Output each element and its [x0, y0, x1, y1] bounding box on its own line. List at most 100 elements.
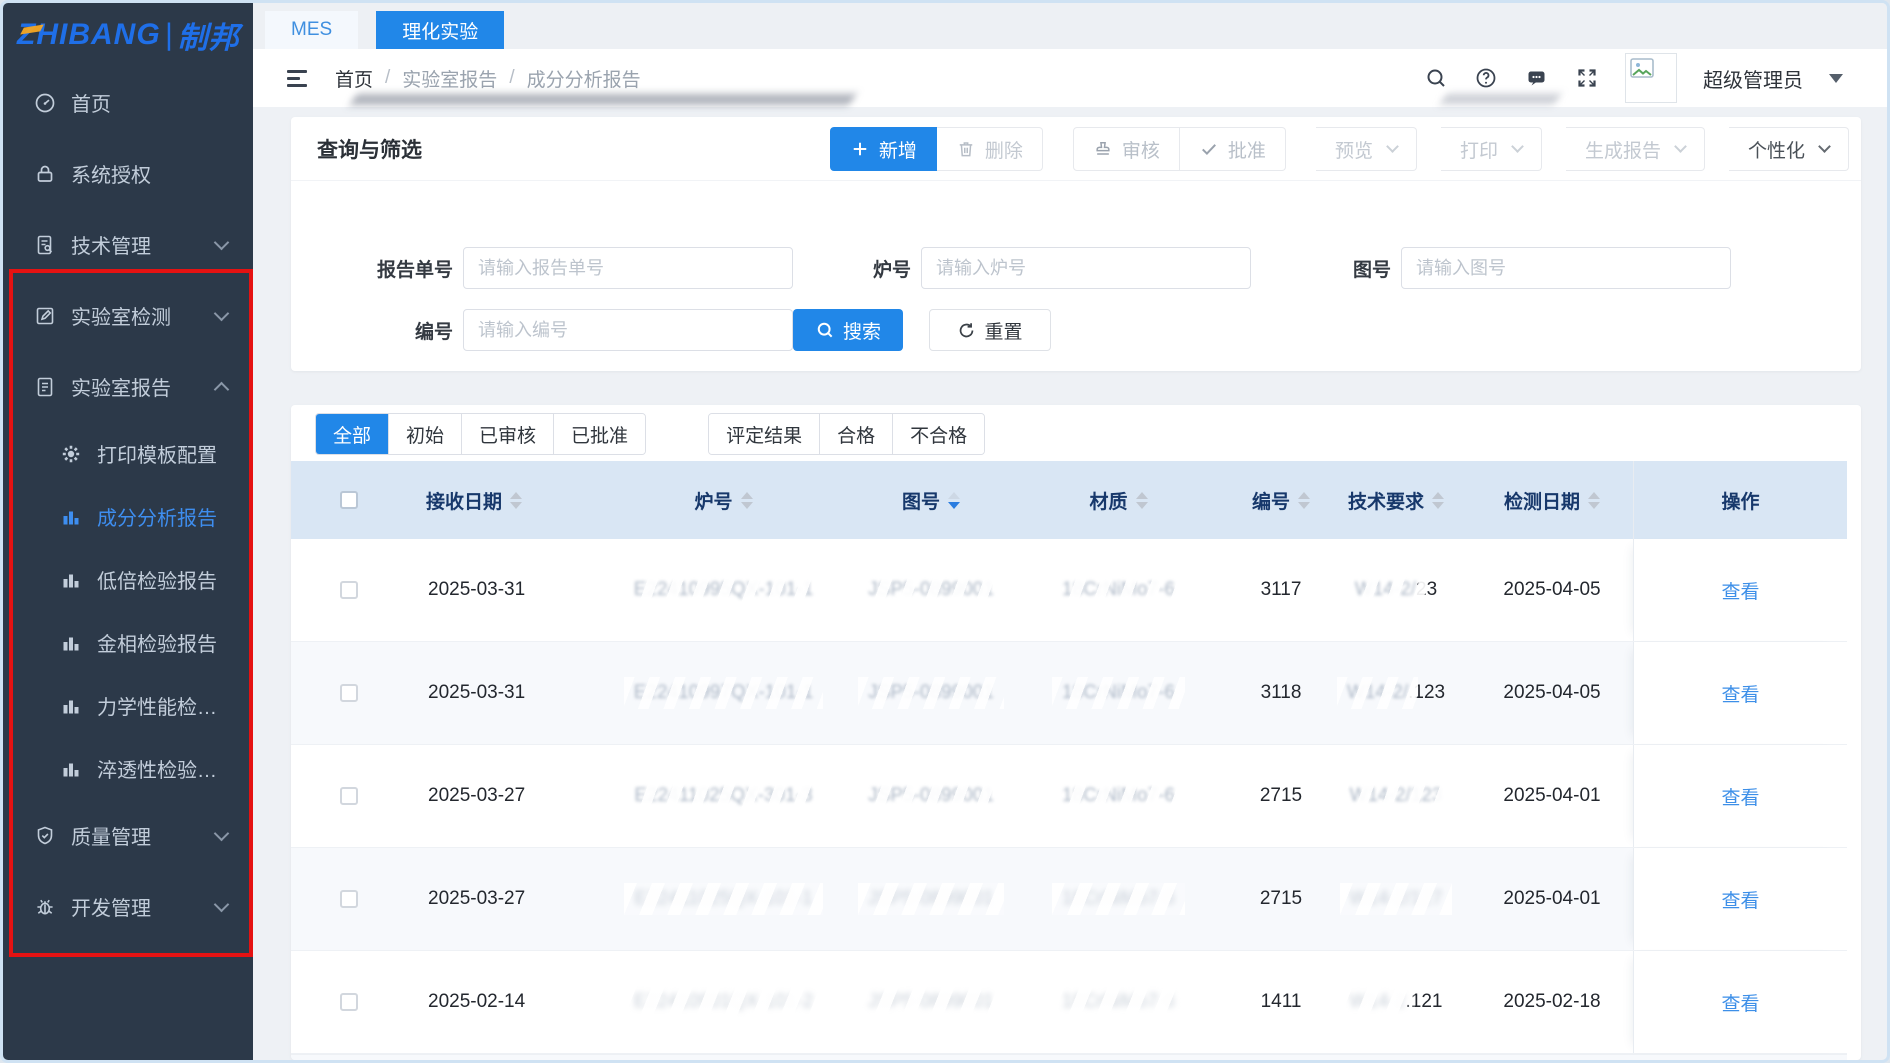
result-tab-result[interactable]: 评定结果 [709, 414, 819, 454]
add-button[interactable]: 新增 [830, 127, 937, 171]
sort-icons[interactable] [741, 492, 753, 509]
preview-button[interactable]: 预览 [1316, 127, 1417, 171]
user-name[interactable]: 超级管理员 [1703, 64, 1803, 93]
messages-icon[interactable] [1524, 66, 1549, 90]
brand-logo-sep: | [165, 18, 174, 52]
search-icon[interactable] [1424, 66, 1448, 90]
sidebar-item-mechanical-properties-report[interactable]: 力学性能检… [3, 674, 253, 737]
sidebar-item-label: 开发管理 [71, 892, 151, 921]
sidebar-item-composition-analysis-report[interactable]: 成分分析报告 [3, 485, 253, 548]
approve-button-label: 批准 [1228, 136, 1266, 163]
cell-tech-req: W14-2/23 [1321, 539, 1471, 641]
delete-button[interactable]: 删除 [937, 127, 1043, 171]
breadcrumb-item[interactable]: 首页 [335, 65, 373, 92]
sidebar-item-lab-report[interactable]: 实验室报告 [3, 351, 253, 422]
generate-report-button[interactable]: 生成报告 [1566, 127, 1705, 171]
column-header-label: 材质 [1089, 487, 1127, 514]
table-row: 2025-03-31E22410997QX-101-1JSP5-08990011… [291, 642, 1847, 745]
sidebar-collapse-icon[interactable] [287, 70, 307, 87]
user-avatar[interactable] [1625, 53, 1677, 103]
result-tab-qualified[interactable]: 合格 [819, 414, 892, 454]
personalize-button[interactable]: 个性化 [1729, 127, 1849, 171]
sidebar-item-tech-mgmt[interactable]: 技术管理 [3, 209, 253, 280]
column-header-drawing-no[interactable]: 图号 [866, 461, 996, 539]
row-checkbox[interactable] [340, 787, 358, 805]
audit-button[interactable]: 审核 [1073, 127, 1180, 171]
view-link[interactable]: 查看 [1721, 577, 1759, 604]
chevron-down-icon [214, 235, 230, 251]
workspace-tab-physchem-lab[interactable]: 理化实验 [376, 11, 504, 49]
row-checkbox[interactable] [340, 581, 358, 599]
redacted-text: 18CrNiMo7-6 [1062, 579, 1175, 601]
breadcrumb-item[interactable]: 实验室报告 [402, 65, 497, 92]
view-link[interactable]: 查看 [1721, 989, 1759, 1016]
sort-icons[interactable] [1432, 492, 1444, 509]
cell-material: 18CrNiMo7-6 [996, 539, 1241, 641]
sidebar-item-metallographic-report[interactable]: 金相检验报告 [3, 611, 253, 674]
column-header-material[interactable]: 材质 [996, 461, 1241, 539]
row-checkbox[interactable] [340, 890, 358, 908]
input-drawing-no[interactable] [1401, 247, 1731, 289]
sidebar-item-quality-mgmt[interactable]: 质量管理 [3, 800, 253, 871]
cell-tech-req: W14-2/.123 [1321, 642, 1471, 744]
view-link[interactable]: 查看 [1721, 783, 1759, 810]
print-button[interactable]: 打印 [1441, 127, 1542, 171]
sidebar-item-hardenability-report[interactable]: 淬透性检验… [3, 737, 253, 800]
status-tab-initial[interactable]: 初始 [388, 414, 461, 454]
workspace-tab-mes[interactable]: MES [265, 11, 358, 49]
delete-icon [956, 139, 976, 159]
column-header-test-date[interactable]: 检测日期 [1471, 461, 1633, 539]
input-report-no[interactable] [463, 247, 793, 289]
user-menu-caret-icon[interactable] [1829, 74, 1843, 90]
shield-icon [33, 824, 57, 848]
redacted-text: JSP5-0899001 [868, 991, 994, 1013]
sidebar-item-dev-mgmt[interactable]: 开发管理 [3, 871, 253, 942]
field-label-furnace-no: 炉号 [791, 255, 911, 282]
sidebar-item-print-template-config[interactable]: 打印模板配置 [3, 422, 253, 485]
row-checkbox[interactable] [340, 684, 358, 702]
sidebar-item-lab-test[interactable]: 实验室检测 [3, 280, 253, 351]
select-all-checkbox[interactable] [340, 491, 358, 509]
sort-asc-icon [1432, 492, 1444, 499]
status-tab-audited[interactable]: 已审核 [461, 414, 553, 454]
sidebar-item-system-auth[interactable]: 系统授权 [3, 138, 253, 209]
redacted-text: 18CrNiMo7-6 [1062, 682, 1175, 704]
sort-icons[interactable] [1298, 492, 1310, 509]
column-header-tech-req[interactable]: 技术要求 [1321, 461, 1471, 539]
edit-icon [33, 304, 57, 328]
query-form: 搜索 重置 报告单号炉号图号编号 [291, 181, 1861, 369]
brand-logo[interactable]: ZHIBANG|制邦 [3, 3, 253, 67]
status-tab-all[interactable]: 全部 [316, 414, 388, 454]
column-header-serial-no[interactable]: 编号 [1241, 461, 1321, 539]
sort-icons[interactable] [510, 492, 522, 509]
view-link[interactable]: 查看 [1721, 680, 1759, 707]
table-row: 2025-03-31E22410995QX-101-1JSP5-08990011… [291, 539, 1847, 642]
input-serial-no[interactable] [463, 309, 793, 351]
input-furnace-no[interactable] [921, 247, 1251, 289]
cell-test-date: 2025-04-01 [1471, 848, 1633, 950]
reset-button[interactable]: 重置 [929, 309, 1051, 351]
sidebar-menu: 首页系统授权技术管理实验室检测实验室报告打印模板配置成分分析报告低倍检验报告金相… [3, 67, 253, 942]
column-header-receive-date[interactable]: 接收日期 [406, 461, 581, 539]
reset-button-label: 重置 [984, 317, 1022, 344]
sort-desc-icon [510, 502, 522, 509]
help-icon[interactable] [1474, 66, 1498, 90]
cell-receive-date: 2025-03-27 [406, 848, 581, 950]
approve-button[interactable]: 批准 [1180, 127, 1286, 171]
sort-icons[interactable] [948, 492, 960, 509]
row-checkbox[interactable] [340, 993, 358, 1011]
redacted-text: W14-2/123 [1350, 785, 1443, 807]
search-button[interactable]: 搜索 [793, 309, 903, 351]
view-link[interactable]: 查看 [1721, 886, 1759, 913]
sidebar-item-low-magnification-report[interactable]: 低倍检验报告 [3, 548, 253, 611]
chevron-down-icon [1818, 140, 1831, 153]
sort-icons[interactable] [1588, 492, 1600, 509]
breadcrumb-item[interactable]: 成分分析报告 [527, 65, 641, 92]
column-header-furnace-no[interactable]: 炉号 [581, 461, 866, 539]
sort-icons[interactable] [1136, 492, 1148, 509]
fullscreen-icon[interactable] [1575, 66, 1599, 90]
result-tab-unqualified[interactable]: 不合格 [892, 414, 984, 454]
sidebar-item-home[interactable]: 首页 [3, 67, 253, 138]
toolbar-group: 个性化 [1729, 127, 1849, 171]
status-tab-approved[interactable]: 已批准 [553, 414, 645, 454]
